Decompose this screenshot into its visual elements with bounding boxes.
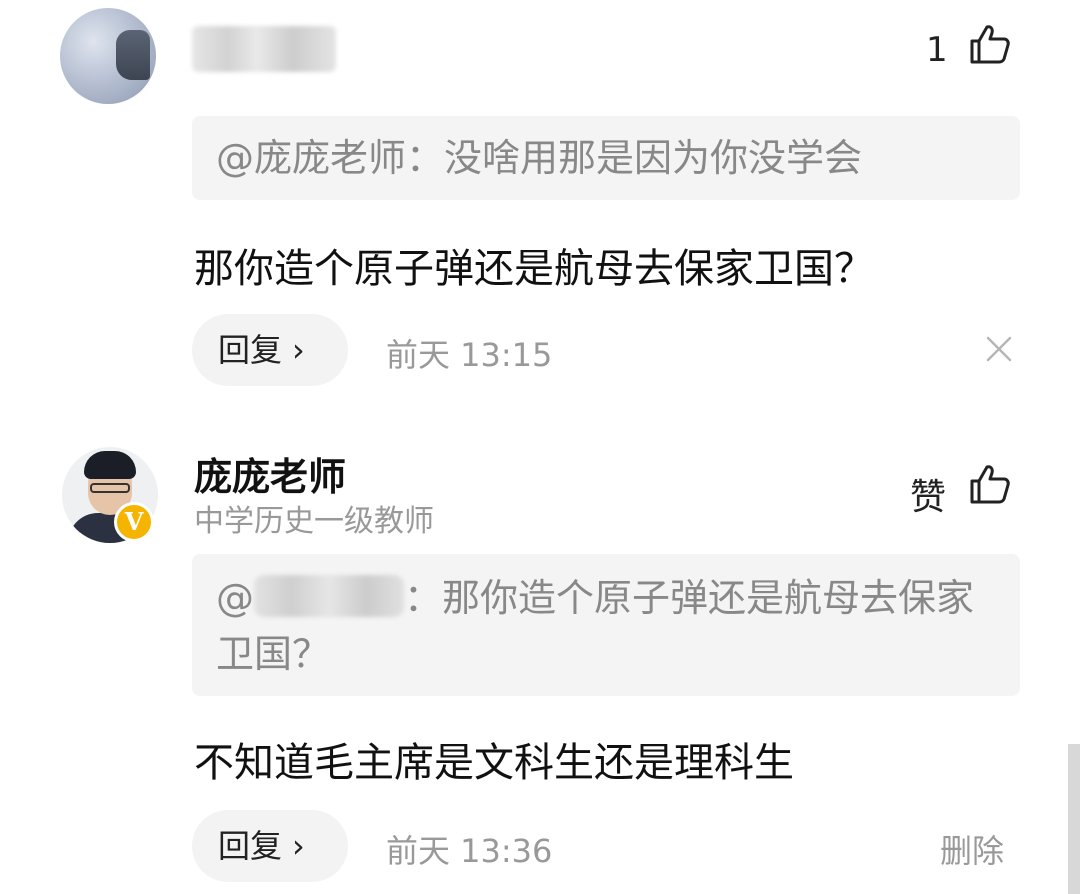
chevron-right-icon: › xyxy=(292,827,305,865)
author-title: 中学历史一级教师 xyxy=(194,504,434,539)
quoted-reply: @庞庞老师：没啥用那是因为你没学会 xyxy=(192,116,1020,200)
blurred-username xyxy=(254,575,404,617)
like-label[interactable]: 赞 xyxy=(910,468,946,520)
avatar-image-detail xyxy=(116,30,150,80)
like-count: 1 xyxy=(926,30,948,70)
comment-time: 前天 13:36 xyxy=(386,832,553,870)
comment-text: 不知道毛主席是文科生还是理科生 xyxy=(194,740,794,786)
commenter-avatar[interactable] xyxy=(60,8,156,104)
quote-prefix: @ xyxy=(216,576,254,620)
verified-badge: V xyxy=(114,502,154,542)
avatar-image-detail xyxy=(90,483,130,493)
thumbs-up-icon[interactable] xyxy=(968,462,1012,506)
close-icon[interactable] xyxy=(984,334,1014,364)
reply-label: 回复 xyxy=(218,331,283,369)
author-name[interactable]: 庞庞老师 xyxy=(194,446,346,501)
avatar-image-detail xyxy=(84,451,136,479)
comment-text: 那你造个原子弹还是航母去保家卫国？ xyxy=(194,246,874,292)
reply-label: 回复 xyxy=(218,827,283,865)
reply-button[interactable]: 回复 › xyxy=(192,314,348,386)
scrollbar[interactable] xyxy=(1068,744,1080,894)
blurred-username[interactable] xyxy=(192,26,336,72)
chevron-right-icon: › xyxy=(292,331,305,369)
reply-button[interactable]: 回复 › xyxy=(192,810,348,882)
comment-time: 前天 13:15 xyxy=(386,336,553,374)
delete-button[interactable]: 删除 xyxy=(940,826,1004,872)
quoted-reply: @ ：那你造个原子弹还是航母去保家卫国？ xyxy=(192,554,1020,696)
thumbs-up-icon[interactable] xyxy=(968,22,1012,66)
